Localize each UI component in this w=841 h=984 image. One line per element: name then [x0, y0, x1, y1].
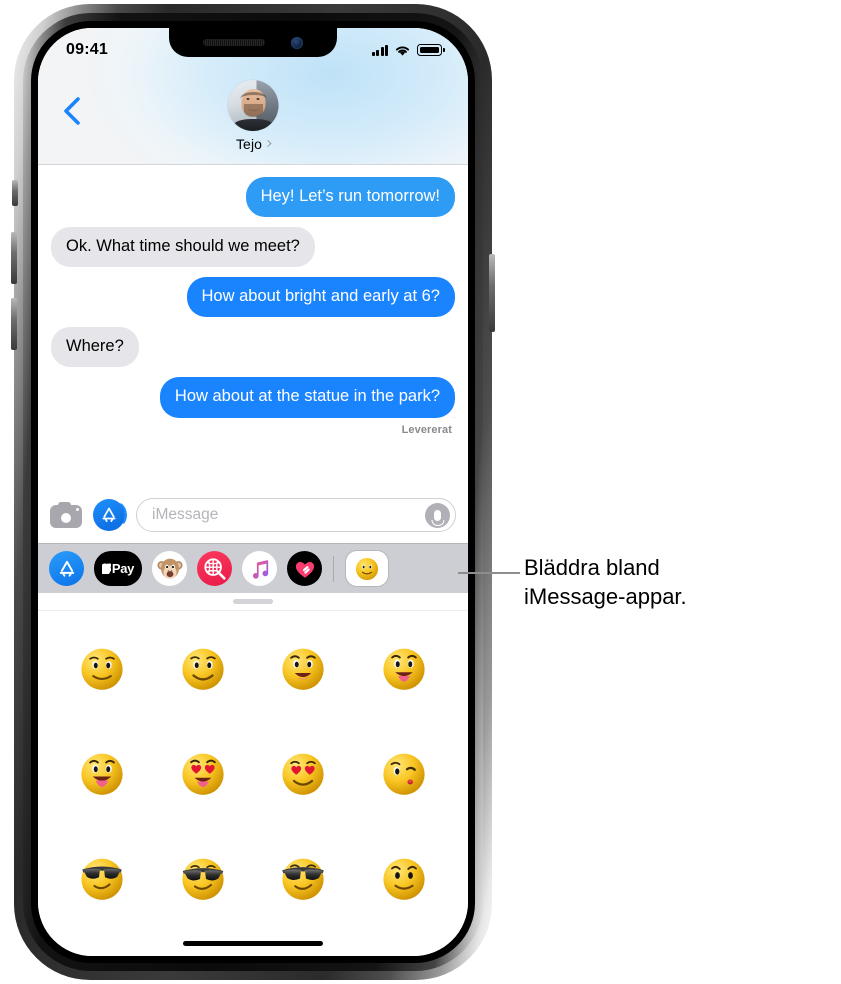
microphone-icon[interactable] — [425, 502, 450, 528]
tongue-out-open-face[interactable] — [77, 748, 127, 798]
message-bubble-outgoing[interactable]: How about at the statue in the park? — [159, 377, 455, 418]
wifi-icon — [395, 45, 410, 56]
apple-pay-label: Pay — [111, 561, 135, 576]
sticker-panel — [38, 593, 468, 956]
emoji-stickers-app[interactable] — [345, 550, 389, 587]
tongue-out-face[interactable] — [379, 643, 429, 693]
device-notch — [169, 28, 337, 57]
images-app[interactable] — [197, 551, 232, 586]
chevron-right-icon — [264, 139, 272, 148]
sticker-grid — [38, 611, 468, 956]
message-bubble-outgoing[interactable]: Hey! Let’s run tomorrow! — [245, 177, 455, 218]
earpiece-speaker-icon — [203, 39, 265, 46]
message-bubble-outgoing[interactable]: How about bright and early at 6? — [186, 277, 455, 318]
message-list[interactable]: Hey! Let’s run tomorrow! Ok. What time s… — [38, 165, 468, 487]
app-store-icon[interactable] — [93, 498, 129, 532]
drawer-divider — [333, 555, 334, 582]
heart-eyes-face[interactable] — [278, 748, 328, 798]
cellular-signal-icon — [371, 44, 388, 56]
smiling-face[interactable] — [178, 643, 228, 693]
status-badge: Levererat — [401, 423, 452, 436]
contact-name-row: Tejo — [235, 136, 272, 152]
phone-device-frame: 09:41 Tejo Hey! Let’s run tomorrow! Ok. … — [11, 4, 495, 980]
message-row: Ok. What time should we meet? — [51, 227, 455, 268]
message-row: Where? — [51, 327, 455, 368]
heart-eyes-tongue-face[interactable] — [178, 748, 228, 798]
front-camera-icon — [291, 36, 303, 49]
volume-down-button[interactable] — [11, 298, 17, 350]
message-row: How about at the statue in the park? — [51, 377, 455, 418]
apple-music-app[interactable] — [242, 551, 277, 586]
smirk-raised-brow-face[interactable] — [379, 853, 429, 903]
mute-switch[interactable] — [12, 180, 18, 206]
sunglasses-face-3[interactable] — [278, 853, 328, 903]
phone-screen: 09:41 Tejo Hey! Let’s run tomorrow! Ok. … — [38, 28, 468, 956]
search-input[interactable]: iMessage — [136, 498, 456, 532]
apple-pay-app[interactable]: Pay — [94, 551, 142, 586]
sunglasses-face-1[interactable] — [77, 853, 127, 903]
imessage-placeholder: iMessage — [152, 506, 219, 523]
avatar — [227, 80, 279, 131]
callout-annotation: Bläddra bland iMessage-appar. — [458, 553, 824, 611]
home-indicator[interactable] — [183, 941, 323, 946]
status-indicators — [371, 44, 445, 57]
callout-text: Bläddra bland iMessage-appar. — [524, 555, 687, 610]
back-button[interactable] — [58, 94, 88, 128]
message-row: Hey! Let’s run tomorrow! — [51, 177, 455, 218]
kissing-wink-face[interactable] — [379, 748, 429, 798]
message-row: How about bright and early at 6? — [51, 277, 455, 318]
drag-handle[interactable] — [233, 599, 273, 604]
navigation-row: Tejo — [38, 72, 468, 164]
contact-name: Tejo — [235, 136, 263, 152]
battery-full-icon — [417, 44, 445, 56]
grinning-face[interactable] — [278, 643, 328, 693]
digital-touch-app[interactable] — [287, 551, 322, 586]
memoji-app[interactable] — [152, 551, 187, 586]
delivery-status-row: Levererat — [51, 424, 455, 436]
slight-smile-face[interactable] — [77, 643, 127, 693]
message-input-bar: iMessage — [38, 487, 468, 543]
app-store-app[interactable] — [49, 551, 84, 586]
grabber-zone — [38, 593, 468, 611]
contact-header-button[interactable]: Tejo — [227, 80, 279, 152]
imessage-app-drawer[interactable]: Pay — [38, 543, 468, 593]
volume-up-button[interactable] — [11, 232, 17, 284]
power-button[interactable] — [489, 254, 495, 332]
callout-leader-line — [458, 572, 520, 574]
message-bubble-incoming[interactable]: Where? — [51, 327, 139, 368]
message-bubble-incoming[interactable]: Ok. What time should we meet? — [51, 227, 315, 268]
sunglasses-face-2[interactable] — [178, 853, 228, 903]
camera-icon[interactable] — [50, 502, 82, 528]
status-time: 09:41 — [66, 41, 108, 58]
